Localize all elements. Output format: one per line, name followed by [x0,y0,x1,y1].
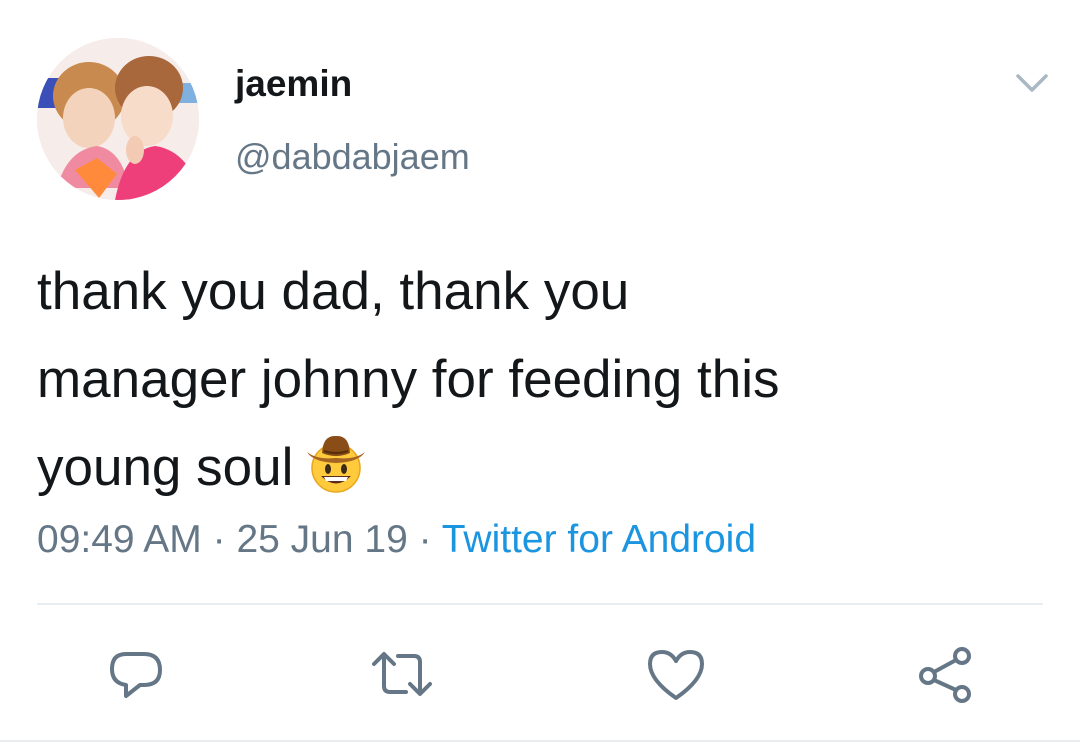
meta-separator: · [201,518,237,561]
tweet-date: 25 Jun 19 [236,518,408,561]
meta-separator: · [407,518,442,561]
bottom-divider [0,740,1080,742]
display-name[interactable]: jaemin [235,60,352,108]
cowboy-hat-face-icon [303,429,369,495]
tweet-card: jaemin @dabdabjaem thank you dad, thank … [0,0,1080,751]
tweet-source-link[interactable]: Twitter for Android [442,518,756,561]
tweet-meta: 09:49 AM · 25 Jun 19 · Twitter for Andro… [37,515,756,565]
user-handle[interactable]: @dabdabjaem [235,133,470,181]
avatar[interactable] [37,38,199,200]
retweet-icon[interactable] [370,642,434,706]
divider [37,603,1043,605]
like-icon[interactable] [644,642,708,706]
tweet-body: thank you dad, thank you manager johnny … [37,262,780,497]
tweet-time: 09:49 AM [37,518,202,561]
tweet-text: thank you dad, thank you manager johnny … [37,248,1027,512]
chevron-down-icon[interactable] [1012,66,1052,98]
reply-icon[interactable] [104,642,168,706]
share-icon[interactable] [914,642,978,706]
